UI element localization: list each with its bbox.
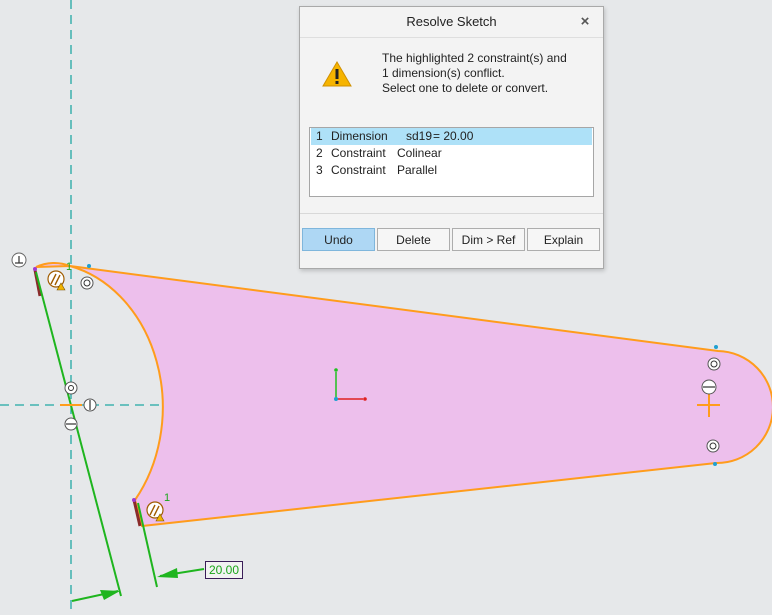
tangent-constraint-icon[interactable] [706,439,720,453]
constraint-tag-2: 1 [164,492,170,504]
vertex-point[interactable] [713,462,717,466]
dialog-title: Resolve Sketch [406,14,497,29]
item-name: Colinear [397,146,442,160]
dim-to-ref-button[interactable]: Dim > Ref [452,228,525,251]
item-value: = 20.00 [433,129,474,143]
item-number: 2 [316,146,323,160]
conflict-item-colinear[interactable]: 2 Constraint Colinear [311,145,592,162]
tangent-constraint-icon[interactable] [80,276,94,290]
axis-y-tip [334,368,338,372]
dimension-arrow-b [157,568,178,578]
item-name: Parallel [397,163,438,177]
item-type: Dimension [331,129,388,143]
dialog-titlebar: Resolve Sketch × [300,7,603,38]
horizontal-constraint-icon[interactable] [701,379,717,395]
conflict-item-dimension[interactable]: 1 Dimension sd19 = 20.00 [311,128,592,145]
constraint-tag-1: 1 [66,261,72,273]
undo-button[interactable]: Undo [302,228,375,251]
warning-icon [322,61,352,87]
parallel-constraint-warning-icon[interactable] [47,270,66,291]
sketch-profile[interactable] [35,261,772,528]
message-line: Select one to delete or convert. [382,81,549,95]
dimension-arrow-a [100,590,120,600]
resolve-sketch-dialog: Resolve Sketch × The highlighted 2 const… [299,6,604,269]
coincident-constraint-icon[interactable] [64,381,78,395]
message-line: The highlighted 2 constraint(s) and [382,51,567,65]
extension-line-1 [35,271,122,597]
conflict-list[interactable]: 1 Dimension sd19 = 20.00 2 Constraint Co… [309,127,594,197]
divider [300,213,603,214]
item-number: 3 [316,163,323,177]
item-number: 1 [316,129,323,143]
vertex-point[interactable] [87,264,91,268]
vertex-point[interactable] [33,267,37,271]
axis-x-tip [363,397,367,401]
delete-button[interactable]: Delete [377,228,450,251]
message-line: 1 dimension(s) conflict. [382,66,505,80]
vertical-constraint-icon[interactable] [83,398,97,412]
perpendicular-constraint-icon[interactable] [11,252,27,268]
item-name: sd19 [406,129,433,143]
conflict-message: The highlighted 2 constraint(s) and 1 di… [382,51,567,96]
dimension-value-label[interactable]: 20.00 [205,561,244,579]
item-type: Constraint [331,146,386,160]
close-icon[interactable]: × [577,7,593,37]
explain-button[interactable]: Explain [527,228,600,251]
vertex-point[interactable] [714,345,718,349]
conflict-item-parallel[interactable]: 3 Constraint Parallel [311,162,592,179]
vertex-point[interactable] [132,498,136,502]
item-type: Constraint [331,163,386,177]
horizontal-constraint-icon[interactable] [64,417,78,431]
tangent-constraint-icon[interactable] [707,357,721,371]
axis-origin [334,397,338,401]
